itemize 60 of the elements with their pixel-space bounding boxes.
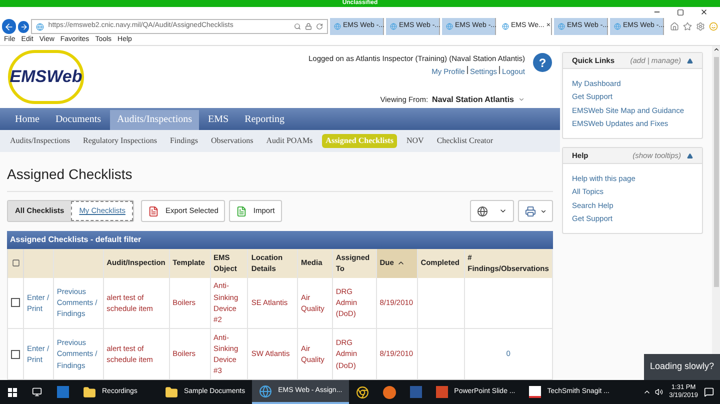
print-button[interactable] — [518, 200, 553, 222]
back-button[interactable] — [2, 19, 16, 34]
nav-tab[interactable]: Home — [8, 110, 46, 130]
caret-icon — [499, 207, 508, 215]
spellcheck-button[interactable] — [470, 200, 514, 222]
caret-icon — [518, 96, 525, 103]
globe-icon — [502, 23, 509, 30]
caret-icon — [540, 208, 546, 214]
task-view-icon[interactable] — [32, 387, 42, 397]
globe-icon — [36, 22, 44, 30]
subnav-tab[interactable]: NOV — [402, 134, 428, 148]
folder-icon — [165, 386, 178, 398]
subnav-tab[interactable]: Regulatory Inspections — [79, 134, 161, 148]
nav-tab[interactable]: EMS — [201, 110, 236, 130]
globe-icon — [476, 206, 488, 216]
tray-expand-icon[interactable] — [643, 388, 652, 396]
favorites-icon[interactable] — [683, 22, 692, 31]
document-icon — [236, 206, 248, 216]
close-icon[interactable] — [700, 8, 708, 16]
browser-icon — [356, 386, 370, 398]
checkbox[interactable] — [11, 298, 20, 308]
table-title-bar: Assigned Checklists - default filter — [7, 230, 553, 248]
scroll-up-icon[interactable] — [712, 46, 720, 53]
collapse-icon[interactable] — [687, 152, 693, 158]
browser-icon — [383, 386, 396, 398]
loading-slowly-popup[interactable]: Loading slowly? — [644, 354, 720, 380]
subnav-tab[interactable]: Observations — [207, 134, 258, 148]
nav-tab[interactable]: Reporting — [238, 110, 292, 130]
subnav-tab[interactable]: Audits/Inspections — [6, 134, 74, 148]
globe-icon — [334, 23, 341, 30]
page-title: Assigned Checklists — [7, 164, 553, 192]
restore-icon[interactable] — [677, 8, 684, 16]
globe-icon — [446, 23, 453, 30]
collapse-icon[interactable] — [687, 58, 693, 64]
checkbox[interactable] — [11, 350, 20, 358]
lock-icon[interactable] — [305, 23, 312, 30]
notifications-icon[interactable] — [704, 387, 714, 397]
location-dropdown[interactable]: Naval Station Atlantis — [432, 94, 525, 106]
subnav-tab[interactable]: Checklist Creator — [432, 134, 498, 148]
search-icon[interactable] — [294, 23, 301, 30]
printer-icon — [524, 206, 536, 216]
subnav-tab[interactable]: Audit POAMs — [262, 134, 317, 148]
folder-icon — [83, 386, 96, 398]
globe-icon — [558, 23, 565, 30]
browser-icon — [259, 384, 272, 398]
help-icon[interactable]: ? — [533, 53, 552, 72]
settings-icon[interactable] — [696, 22, 705, 31]
document-icon — [148, 206, 160, 216]
subnav-tab[interactable]: Findings — [166, 134, 202, 148]
forward-arrow-icon — [20, 22, 28, 30]
sort-ascending-icon — [396, 259, 405, 267]
forward-button[interactable] — [18, 20, 30, 32]
volume-icon[interactable] — [655, 388, 664, 396]
select-all-icon[interactable] — [12, 259, 20, 267]
nav-tab[interactable]: Documents — [48, 110, 108, 130]
globe-icon — [390, 23, 397, 30]
back-arrow-icon — [4, 22, 14, 32]
refresh-icon[interactable] — [316, 23, 323, 30]
globe-icon — [614, 23, 621, 30]
home-icon[interactable] — [670, 22, 679, 31]
